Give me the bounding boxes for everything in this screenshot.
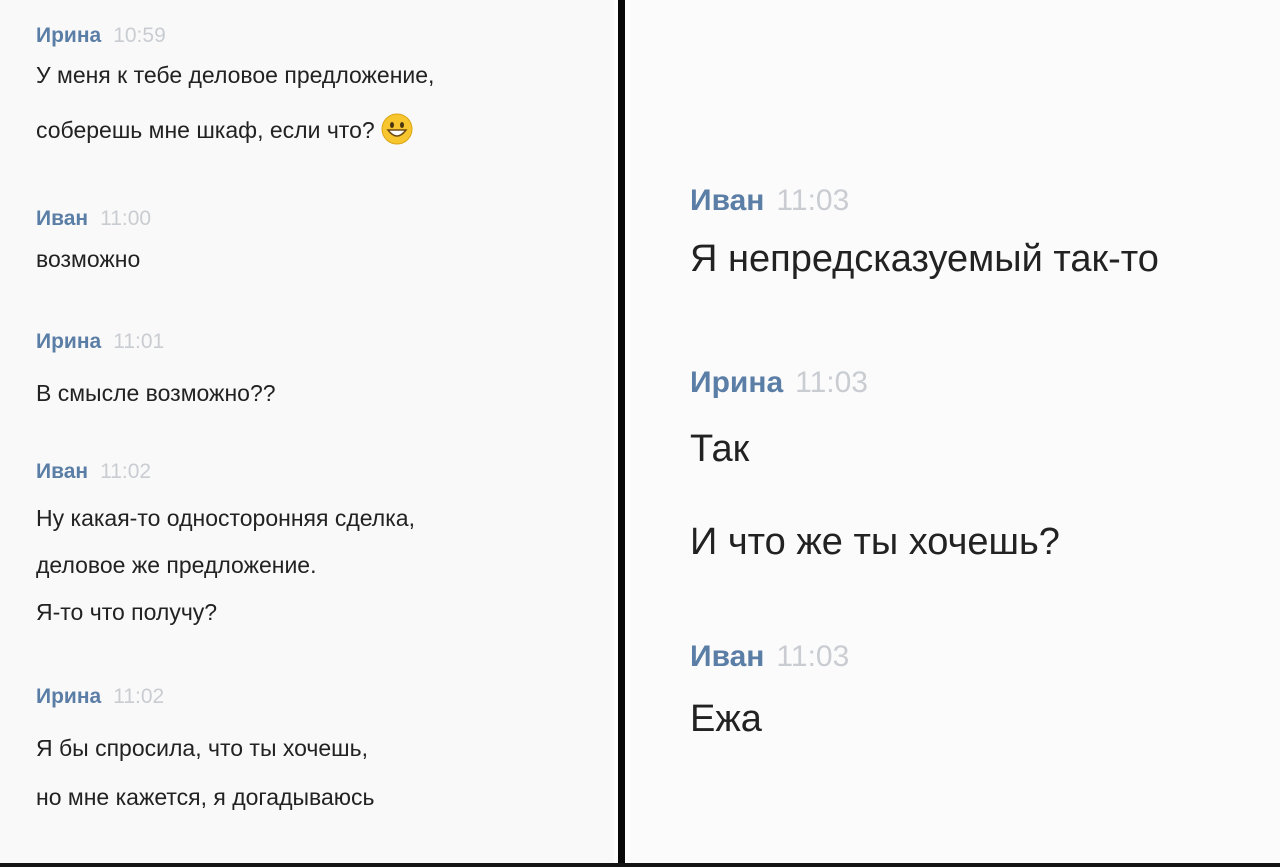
message-text-line: деловое же предложение. — [36, 552, 317, 579]
message-header: Ирина 11:03 — [690, 366, 868, 400]
message-text: деловое же предложение. — [36, 552, 317, 578]
message-time: 11:03 — [776, 640, 850, 673]
message-author[interactable]: Ирина — [36, 330, 101, 353]
message-header: Ирина 11:02 — [36, 685, 164, 709]
message-text-line: возможно — [36, 246, 140, 273]
message-time: 11:02 — [100, 460, 152, 483]
message-author[interactable]: Ирина — [36, 24, 101, 47]
divider-bar — [618, 0, 625, 867]
message-time: 11:01 — [113, 330, 165, 353]
chat-panel-right: Иван 11:03 Я непредсказуемый так-то Ирина… — [630, 0, 1280, 867]
message-header: Иван 11:00 — [36, 207, 151, 231]
message-time: 11:03 — [795, 366, 868, 399]
message-text-line: соберешь мне шкаф, если что? — [36, 113, 413, 151]
message-text: Я непредсказуемый так-то — [690, 238, 1159, 280]
bottom-border — [0, 863, 1280, 867]
message-text: У меня к тебе деловое предложение, — [36, 62, 435, 88]
chat-message: Ирина 11:02 — [36, 685, 164, 709]
message-text: В смысле возможно?? — [36, 380, 276, 406]
message-time: 11:03 — [776, 184, 850, 217]
message-text: Так — [690, 428, 750, 470]
chat-message: Иван 11:03 — [690, 184, 849, 218]
message-text-line: Ежа — [690, 698, 762, 741]
message-time: 11:00 — [100, 207, 152, 230]
message-author[interactable]: Иван — [690, 640, 764, 673]
message-text: но мне кажется, я догадываюсь — [36, 784, 375, 810]
chat-panel-left: Ирина 10:59 У меня к тебе деловое предлож… — [0, 0, 614, 867]
message-text-line: У меня к тебе деловое предложение, — [36, 62, 434, 89]
grinning-face-emoji-icon — [381, 113, 413, 151]
message-text: Я бы спросила, что ты хочешь, — [36, 735, 368, 761]
message-header: Ирина 10:59 — [36, 24, 166, 48]
message-author[interactable]: Иван — [36, 460, 88, 483]
message-text: Я-то что получу? — [36, 599, 218, 625]
message-author[interactable]: Ирина — [690, 366, 783, 399]
message-header: Ирина 11:01 — [36, 330, 164, 354]
message-text-line: Я бы спросила, что ты хочешь, — [36, 735, 368, 762]
message-text-line: Я непредсказуемый так-то — [690, 238, 1159, 281]
chat-message: Иван 11:02 — [36, 460, 151, 484]
message-text-line: Я-то что получу? — [36, 599, 217, 626]
message-text: И что же ты хочешь? — [690, 521, 1060, 563]
message-text: Ну какая-то односторонняя сделка, — [36, 505, 415, 531]
message-header: Иван 11:02 — [36, 460, 151, 484]
message-text-line: В смысле возможно?? — [36, 380, 276, 407]
message-header: Иван 11:03 — [690, 640, 849, 674]
message-author[interactable]: Иван — [36, 207, 88, 230]
message-author[interactable]: Ирина — [36, 685, 101, 708]
chat-message: Ирина 10:59 — [36, 24, 166, 48]
message-text-line: Ну какая-то односторонняя сделка, — [36, 505, 415, 532]
message-time: 11:02 — [113, 685, 165, 708]
message-time: 10:59 — [113, 24, 166, 47]
message-text: возможно — [36, 246, 141, 272]
chat-message: Иван 11:00 — [36, 207, 151, 231]
chat-message: Ирина 11:03 — [690, 366, 868, 400]
message-text: Ежа — [690, 698, 762, 740]
panel-divider — [614, 0, 630, 867]
message-header: Иван 11:03 — [690, 184, 849, 218]
message-text-line: но мне кажется, я догадываюсь — [36, 784, 375, 811]
message-text-line: Так — [690, 428, 749, 471]
message-text: соберешь мне шкаф, если что? — [36, 117, 375, 144]
chat-message: Ирина 11:01 — [36, 330, 164, 354]
message-text-line: И что же ты хочешь? — [690, 521, 1060, 564]
message-author[interactable]: Иван — [690, 184, 764, 217]
chat-message: Иван 11:03 — [690, 640, 849, 674]
